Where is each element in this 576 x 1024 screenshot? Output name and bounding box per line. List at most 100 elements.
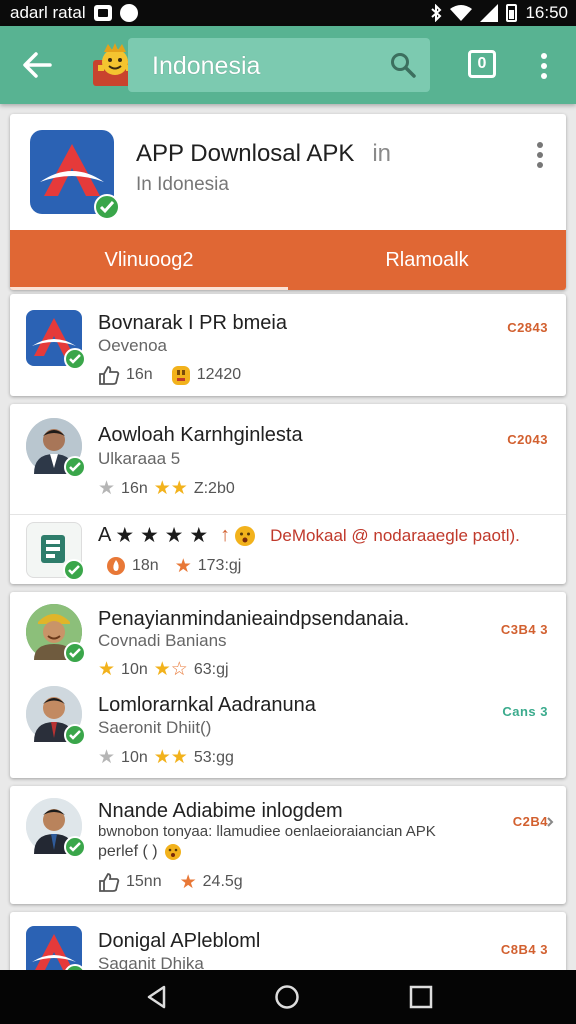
- search-icon[interactable]: [390, 52, 416, 78]
- app-meta: 16n 12420: [98, 364, 241, 386]
- battery-icon: [506, 4, 518, 22]
- meta-count: 10n: [121, 660, 148, 678]
- chevron-right-icon: [547, 817, 554, 827]
- app-list-card[interactable]: Bovnarak I PR bmeia Oevenoa 16n 12420 C2…: [10, 294, 566, 396]
- tab-first[interactable]: Vlinuoog2: [10, 230, 288, 290]
- messenger-notification-icon: [119, 4, 138, 22]
- verified-check-icon: [64, 836, 86, 858]
- search-query: Indonesia: [152, 52, 261, 80]
- nav-home-icon[interactable]: [274, 984, 300, 1010]
- bluetooth-icon: [431, 4, 442, 22]
- meta-count: 10n: [121, 748, 148, 766]
- meta-size: Z:2b0: [193, 479, 235, 497]
- app-extra-text: DeMokaal @ nodaraaegle paotl).: [270, 525, 520, 545]
- app-code: C8B4 3: [500, 942, 548, 957]
- app-subtitle: Oevenoa: [98, 336, 167, 355]
- star-icon: ★: [174, 555, 192, 577]
- app-meta: ★ 10n ★★ 53:gg: [98, 748, 234, 767]
- fire-icon: [107, 557, 125, 575]
- app-code: C2B4: [512, 814, 548, 829]
- thumbs-up-icon: [99, 366, 120, 385]
- open-square-button[interactable]: 0: [468, 50, 496, 78]
- nav-back-icon[interactable]: [144, 984, 170, 1010]
- tab-second[interactable]: Rlamoalk: [288, 230, 566, 290]
- app-meta: 15nn ★ 24.5g: [98, 872, 243, 892]
- app-row-icon[interactable]: [26, 522, 85, 581]
- app-list-card[interactable]: Penayianmindanieaindpsendanaia. Covnadi …: [10, 592, 566, 778]
- star-icon: ★: [98, 659, 116, 680]
- verified-check-icon: [63, 559, 85, 581]
- meta-count: 16n: [126, 366, 153, 383]
- meta-size: 12420: [196, 366, 242, 383]
- meta-size: 53:gg: [193, 748, 234, 766]
- divider: [10, 514, 566, 515]
- verified-check-icon: [64, 348, 86, 370]
- star-icon: ★: [179, 871, 197, 893]
- app-row-avatar[interactable]: [26, 604, 86, 664]
- app-row-avatar[interactable]: [26, 418, 86, 478]
- featured-app-icon[interactable]: [30, 130, 120, 220]
- meta-size: 173:gj: [197, 557, 242, 574]
- meta-count: 16n: [121, 479, 148, 497]
- flag-icon: ↑: [220, 524, 231, 546]
- app-code: Cans 3: [502, 704, 548, 719]
- app-title: Nnande Adiabime inlogdem: [98, 800, 343, 822]
- search-field[interactable]: Indonesia: [128, 38, 430, 92]
- verified-check-icon: [64, 724, 86, 746]
- app-subtitle-2: perlef ( ): [98, 843, 158, 860]
- star-icon: ★★: [153, 747, 188, 768]
- tab-bar: Vlinuoog2 Rlamoalk: [10, 230, 566, 290]
- verified-check-icon: [94, 194, 120, 220]
- star-icon: ★: [98, 747, 116, 768]
- back-arrow-icon[interactable]: [20, 48, 54, 82]
- app-title: Lomlorarnkal Aadranuna: [98, 694, 316, 716]
- carrier-label: adarl ratal: [10, 3, 86, 22]
- app-code: C3B4 3: [500, 622, 548, 637]
- star-icon: ☆: [170, 659, 188, 680]
- app-subtitle-line2: perlef ( ): [98, 843, 182, 861]
- wifi-icon: [450, 5, 473, 21]
- square-button-label: 0: [477, 55, 487, 72]
- nav-recents-icon[interactable]: [408, 984, 434, 1010]
- app-meta: 18n ★ 173:gj: [106, 556, 241, 576]
- top-app-bar: Indonesia 0: [0, 26, 576, 104]
- app-row-icon[interactable]: [26, 310, 86, 370]
- verified-check-icon: [64, 642, 86, 664]
- featured-app-subtitle: In Idonesia: [136, 174, 229, 195]
- meta-size: 63:gj: [193, 660, 229, 678]
- meta-count: 15nn: [126, 873, 162, 890]
- app-title: Bovnarak I PR bmeia: [98, 312, 287, 334]
- overflow-menu-icon[interactable]: [538, 52, 550, 80]
- signal-icon: [480, 4, 499, 22]
- star-icon: ★★: [153, 478, 188, 499]
- app-title-row: A ★ ★ ★ ★ ↑ DeMokaal @ nodaraaegle paotl…: [98, 524, 520, 547]
- emoji-icon: [235, 525, 256, 546]
- app-title: Penayianmindanieaindpsendanaia.: [98, 608, 410, 630]
- featured-title-suffix: in: [372, 140, 392, 167]
- meta-size: 24.5g: [202, 873, 243, 890]
- app-code: C2843: [507, 320, 548, 335]
- meta-count: 18n: [132, 557, 159, 574]
- app-title: Aowloah Karnhginlesta: [98, 424, 303, 446]
- thumbs-up-icon: [99, 873, 120, 892]
- status-bar: adarl ratal 16:50: [0, 0, 576, 26]
- card-overflow-menu-icon[interactable]: [536, 142, 544, 168]
- system-nav-bar: [0, 970, 576, 1024]
- app-subtitle: bwnobon tonyaa: llamudiee oenlaeioraianc…: [98, 823, 436, 840]
- app-row-avatar[interactable]: [26, 686, 86, 746]
- clock-label: 16:50: [525, 3, 568, 22]
- star-icon: ★ ★ ★ ★: [115, 524, 209, 547]
- app-subtitle: Ulkaraaa 5: [98, 449, 181, 468]
- app-code: C2043: [507, 432, 548, 447]
- emoji-icon: [164, 844, 181, 860]
- app-meta: ★ 16n ★★ Z:2b0: [98, 479, 235, 498]
- app-list-card[interactable]: Nnande Adiabime inlogdem bwnobon tonyaa:…: [10, 786, 566, 904]
- emoji-icon: [171, 366, 190, 385]
- app-list-card[interactable]: Aowloah Karnhginlesta Ulkaraaa 5 ★ 16n ★…: [10, 404, 566, 584]
- featured-app-card: APP Downlosal APK in In Idonesia Vlinuoog…: [10, 114, 566, 290]
- star-icon: ★: [153, 659, 171, 680]
- app-row-avatar[interactable]: [26, 798, 86, 858]
- app-subtitle: Saeronit Dhiit(): [98, 718, 212, 737]
- star-icon: ★: [98, 478, 116, 499]
- app-meta: ★ 10n ★ ☆ 63:gj: [98, 660, 229, 679]
